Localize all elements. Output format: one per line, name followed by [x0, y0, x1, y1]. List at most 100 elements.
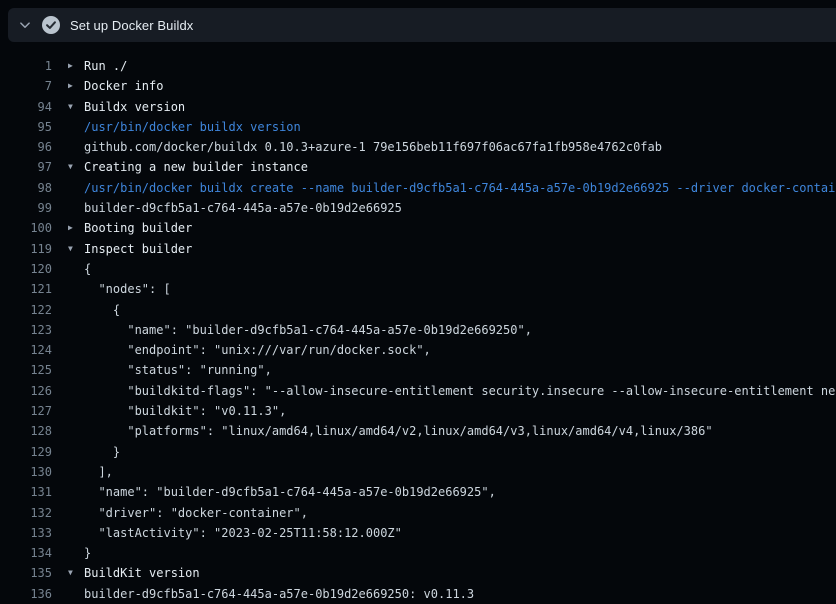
- log-line: 132 "driver": "docker-container",: [0, 503, 836, 523]
- log-line-text: Creating a new builder instance: [84, 157, 308, 177]
- group-toggle-icon: [68, 482, 84, 502]
- line-number[interactable]: 124: [0, 340, 52, 360]
- group-toggle-icon[interactable]: ▼: [68, 97, 84, 117]
- group-toggle-icon[interactable]: ▼: [68, 239, 84, 259]
- log-line: 136 builder-d9cfb5a1-c764-445a-a57e-0b19…: [0, 584, 836, 604]
- line-number[interactable]: 133: [0, 523, 52, 543]
- line-number[interactable]: 127: [0, 401, 52, 421]
- group-toggle-icon: [68, 320, 84, 340]
- log-line-text: ],: [84, 462, 113, 482]
- line-number[interactable]: 119: [0, 239, 52, 259]
- group-toggle-icon: [68, 198, 84, 218]
- log-line: 129 }: [0, 442, 836, 462]
- line-number[interactable]: 125: [0, 360, 52, 380]
- chevron-down-icon[interactable]: [8, 19, 42, 31]
- line-number[interactable]: 131: [0, 482, 52, 502]
- group-toggle-icon[interactable]: ▶: [68, 218, 84, 238]
- line-number[interactable]: 7: [0, 76, 52, 96]
- log-line[interactable]: 1 ▶ Run ./: [0, 56, 836, 76]
- line-number[interactable]: 135: [0, 563, 52, 583]
- log-line-text: Docker info: [84, 76, 163, 96]
- line-number[interactable]: 123: [0, 320, 52, 340]
- group-toggle-icon: [68, 360, 84, 380]
- line-number[interactable]: 129: [0, 442, 52, 462]
- group-toggle-icon: [68, 421, 84, 441]
- group-toggle-icon: [68, 137, 84, 157]
- line-number[interactable]: 98: [0, 178, 52, 198]
- log-line-text: Run ./: [84, 56, 127, 76]
- log-line[interactable]: 97 ▼ Creating a new builder instance: [0, 157, 836, 177]
- log-line: 99 builder-d9cfb5a1-c764-445a-a57e-0b19d…: [0, 198, 836, 218]
- log-line: 125 "status": "running",: [0, 360, 836, 380]
- log-line: 96 github.com/docker/buildx 0.10.3+azure…: [0, 137, 836, 157]
- group-toggle-icon: [68, 117, 84, 137]
- line-number[interactable]: 95: [0, 117, 52, 137]
- line-number[interactable]: 120: [0, 259, 52, 279]
- log-line-text: BuildKit version: [84, 563, 200, 583]
- log-line-text: {: [84, 300, 120, 320]
- log-line-text: "platforms": "linux/amd64,linux/amd64/v2…: [84, 421, 713, 441]
- log-line-text: "nodes": [: [84, 279, 171, 299]
- log-line: 123 "name": "builder-d9cfb5a1-c764-445a-…: [0, 320, 836, 340]
- line-number[interactable]: 1: [0, 56, 52, 76]
- step-header[interactable]: Set up Docker Buildx: [8, 8, 836, 42]
- log-line: 130 ],: [0, 462, 836, 482]
- group-toggle-icon: [68, 584, 84, 604]
- group-toggle-icon[interactable]: ▼: [68, 563, 84, 583]
- line-number[interactable]: 97: [0, 157, 52, 177]
- line-number[interactable]: 122: [0, 300, 52, 320]
- log-line[interactable]: 7 ▶ Docker info: [0, 76, 836, 96]
- log-line[interactable]: 119 ▼ Inspect builder: [0, 239, 836, 259]
- group-toggle-icon[interactable]: ▶: [68, 76, 84, 96]
- log-line: 133 "lastActivity": "2023-02-25T11:58:12…: [0, 523, 836, 543]
- line-number[interactable]: 96: [0, 137, 52, 157]
- log-line-text: "driver": "docker-container",: [84, 503, 308, 523]
- line-number[interactable]: 121: [0, 279, 52, 299]
- check-circle-icon: [42, 16, 60, 34]
- group-toggle-icon: [68, 543, 84, 563]
- line-number[interactable]: 134: [0, 543, 52, 563]
- log-line-text: /usr/bin/docker buildx create --name bui…: [84, 178, 836, 198]
- log-line[interactable]: 94 ▼ Buildx version: [0, 97, 836, 117]
- log-line-text: Booting builder: [84, 218, 192, 238]
- log-line: 98 /usr/bin/docker buildx create --name …: [0, 178, 836, 198]
- log-output: 1 ▶ Run ./ 7 ▶ Docker info 94 ▼ Buildx v…: [0, 42, 836, 604]
- log-line: 122 {: [0, 300, 836, 320]
- log-line-text: "lastActivity": "2023-02-25T11:58:12.000…: [84, 523, 402, 543]
- line-number[interactable]: 126: [0, 381, 52, 401]
- log-line[interactable]: 135 ▼ BuildKit version: [0, 563, 836, 583]
- log-line-text: }: [84, 442, 120, 462]
- group-toggle-icon: [68, 279, 84, 299]
- group-toggle-icon: [68, 381, 84, 401]
- log-line: 126 "buildkitd-flags": "--allow-insecure…: [0, 381, 836, 401]
- line-number[interactable]: 136: [0, 584, 52, 604]
- log-line-text: "endpoint": "unix:///var/run/docker.sock…: [84, 340, 431, 360]
- line-number[interactable]: 99: [0, 198, 52, 218]
- log-line: 131 "name": "builder-d9cfb5a1-c764-445a-…: [0, 482, 836, 502]
- log-line-text: "buildkitd-flags": "--allow-insecure-ent…: [84, 381, 836, 401]
- log-line-text: "name": "builder-d9cfb5a1-c764-445a-a57e…: [84, 320, 532, 340]
- log-line-text: }: [84, 543, 91, 563]
- log-line: 124 "endpoint": "unix:///var/run/docker.…: [0, 340, 836, 360]
- group-toggle-icon: [68, 523, 84, 543]
- group-toggle-icon: [68, 503, 84, 523]
- log-line-text: Buildx version: [84, 97, 185, 117]
- log-line-text: builder-d9cfb5a1-c764-445a-a57e-0b19d2e6…: [84, 198, 402, 218]
- group-toggle-icon: [68, 340, 84, 360]
- log-line: 120 {: [0, 259, 836, 279]
- log-line: 134 }: [0, 543, 836, 563]
- line-number[interactable]: 132: [0, 503, 52, 523]
- group-toggle-icon[interactable]: ▶: [68, 56, 84, 76]
- group-toggle-icon[interactable]: ▼: [68, 157, 84, 177]
- line-number[interactable]: 128: [0, 421, 52, 441]
- group-toggle-icon: [68, 442, 84, 462]
- group-toggle-icon: [68, 259, 84, 279]
- log-line-text: github.com/docker/buildx 0.10.3+azure-1 …: [84, 137, 662, 157]
- line-number[interactable]: 100: [0, 218, 52, 238]
- log-line-text: {: [84, 259, 91, 279]
- log-line[interactable]: 100 ▶ Booting builder: [0, 218, 836, 238]
- group-toggle-icon: [68, 462, 84, 482]
- line-number[interactable]: 130: [0, 462, 52, 482]
- log-line-text: builder-d9cfb5a1-c764-445a-a57e-0b19d2e6…: [84, 584, 474, 604]
- line-number[interactable]: 94: [0, 97, 52, 117]
